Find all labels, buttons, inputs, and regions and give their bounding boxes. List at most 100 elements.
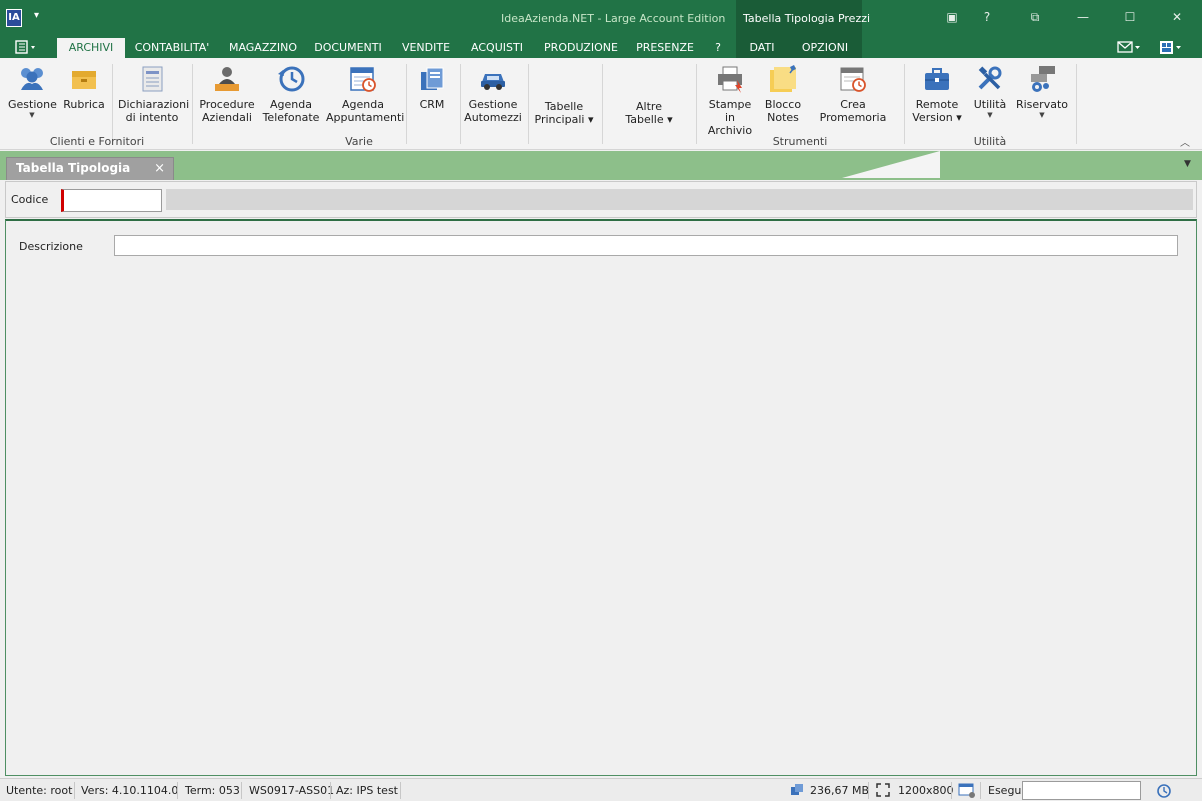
window-settings-icon[interactable] (958, 783, 976, 801)
tab-documenti[interactable]: DOCUMENTI (310, 38, 386, 58)
rubrica-button[interactable]: Rubrica (62, 64, 106, 111)
status-separator (241, 782, 242, 799)
utilita-button[interactable]: Utilità ▼ (970, 64, 1010, 119)
procedure-label-2: Aziendali (202, 111, 252, 124)
collapse-ribbon-icon[interactable]: ︿ (1180, 134, 1190, 149)
status-separator (177, 782, 178, 799)
group-separator (460, 64, 461, 144)
status-workstation: WS0917-ASS01 (249, 784, 335, 797)
help-icon[interactable]: ? (977, 10, 997, 24)
crm-icon (417, 64, 447, 94)
utilita-label: Utilità (973, 98, 1007, 111)
dichiarazioni-intento-button[interactable]: Dichiarazioni di intento (118, 64, 189, 124)
status-versione: Vers: 4.10.1104.0 (81, 784, 179, 797)
altre-tabelle-label: Altre (636, 100, 662, 113)
codice-description-bar (166, 189, 1193, 210)
tabelle-principali-label-2: Principali ▾ (534, 113, 594, 126)
agenda-telefonate-label: Agenda (270, 98, 312, 111)
file-menu-icon[interactable] (14, 40, 42, 56)
gestione-automezzi-label: Gestione (468, 98, 518, 111)
app-title: IdeaAzienda.NET - Large Account Edition (501, 12, 726, 25)
tab-opzioni[interactable]: OPZIONI (794, 38, 856, 58)
status-utente: Utente: root (6, 784, 73, 797)
group-label-varie: Varie (345, 135, 373, 148)
agenda-appuntamenti-button[interactable]: Agenda Appuntamenti (326, 64, 404, 124)
gestione-automezzi-label-2: Automezzi (464, 111, 522, 124)
group-separator (1076, 64, 1077, 144)
maximize-icon[interactable]: ☐ (1120, 10, 1140, 24)
form-header: Codice (5, 181, 1197, 218)
gestione-automezzi-button[interactable]: Gestione Automezzi (464, 64, 522, 124)
group-separator (192, 64, 193, 144)
crm-button[interactable]: CRM (412, 64, 452, 111)
car-icon (478, 64, 508, 94)
document-tab[interactable]: Tabella Tipologia Prezzi × (6, 157, 174, 196)
tab-magazzino[interactable]: MAGAZZINO (224, 38, 302, 58)
pin-icon[interactable]: ▣ (942, 10, 962, 24)
riservato-button[interactable]: Riservato ▼ (1014, 64, 1070, 119)
agenda-telefonate-label-2: Telefonate (262, 111, 320, 124)
crea-promemoria-button[interactable]: Crea Promemoria (808, 64, 898, 124)
blocco-notes-label-2: Notes (767, 111, 799, 124)
tab-list-dropdown-icon[interactable]: ▼ (1184, 159, 1191, 169)
tab-contabilita[interactable]: CONTABILITA' (130, 38, 214, 58)
group-label-strumenti: Strumenti (772, 135, 828, 148)
status-separator (980, 782, 981, 799)
status-bar: Utente: root Vers: 4.10.1104.0 Term: 053… (0, 778, 1202, 801)
chevron-down-icon: ▼ (29, 111, 35, 119)
chevron-down-icon: ▼ (1039, 111, 1045, 119)
close-tab-icon[interactable]: × (154, 158, 165, 179)
altre-tabelle-button[interactable]: Altre Tabelle ▾ (618, 100, 680, 126)
agenda-telefonate-button[interactable]: Agenda Telefonate (262, 64, 320, 124)
tab-dati[interactable]: DATI (740, 38, 784, 58)
fullscreen-icon[interactable] (876, 783, 890, 800)
history-clock-icon (276, 64, 306, 94)
blocco-notes-button[interactable]: Blocco Notes (762, 64, 804, 124)
briefcase-icon (922, 64, 952, 94)
agenda-appuntamenti-label: Agenda (342, 98, 384, 111)
app-logo-icon[interactable]: IA (6, 9, 22, 27)
group-separator (904, 64, 905, 144)
layout-switch-icon[interactable] (1158, 40, 1184, 56)
tab-produzione[interactable]: PRODUZIONE (538, 38, 624, 58)
procedure-aziendali-button[interactable]: Procedure Aziendali (198, 64, 256, 124)
gears-icon (1027, 64, 1057, 94)
remote-version-label-2: Version ▾ (912, 111, 962, 124)
main-form-panel: Descrizione (5, 219, 1197, 776)
group-separator (528, 64, 529, 144)
context-title: Tabella Tipologia Prezzi (743, 12, 871, 25)
remote-version-label: Remote (915, 98, 959, 111)
status-separator (400, 782, 401, 799)
crm-label: CRM (419, 98, 445, 111)
status-separator (74, 782, 75, 799)
remote-version-button[interactable]: Remote Version ▾ (908, 64, 966, 124)
status-azienda: Az: IPS test (336, 784, 398, 797)
restore-down-icon[interactable]: ⧉ (1025, 10, 1045, 25)
gestione-button[interactable]: Gestione ▼ (8, 64, 57, 119)
altre-tabelle-label-2: Tabelle ▾ (625, 113, 673, 126)
riservato-label: Riservato (1015, 98, 1068, 111)
codice-input[interactable] (61, 189, 162, 212)
tab-presenze[interactable]: PRESENZE (632, 38, 698, 58)
stampe-archivio-button[interactable]: Stampe in Archivio (702, 64, 758, 137)
status-separator (951, 782, 952, 799)
tabelle-principali-button[interactable]: Tabelle Principali ▾ (532, 100, 596, 126)
people-icon (17, 64, 47, 94)
tab-archivi[interactable]: ARCHIVI (57, 38, 125, 58)
minimize-icon[interactable]: — (1073, 10, 1093, 24)
worker-desk-icon (212, 64, 242, 94)
esegui-input[interactable] (1022, 781, 1141, 800)
document-icon (137, 64, 167, 94)
mail-icon[interactable] (1116, 40, 1142, 56)
status-terminale: Term: 053 (185, 784, 240, 797)
quick-access-dropdown-icon[interactable]: ▾ (34, 10, 39, 21)
refresh-clock-icon[interactable] (1156, 783, 1172, 801)
box-icon (69, 64, 99, 94)
tab-acquisti[interactable]: ACQUISTI (464, 38, 530, 58)
descrizione-input[interactable] (114, 235, 1178, 256)
calendar-reminder-icon (838, 64, 868, 94)
group-separator (406, 64, 407, 144)
tab-vendite[interactable]: VENDITE (396, 38, 456, 58)
close-icon[interactable]: ✕ (1167, 10, 1187, 24)
tab-help[interactable]: ? (708, 38, 728, 58)
